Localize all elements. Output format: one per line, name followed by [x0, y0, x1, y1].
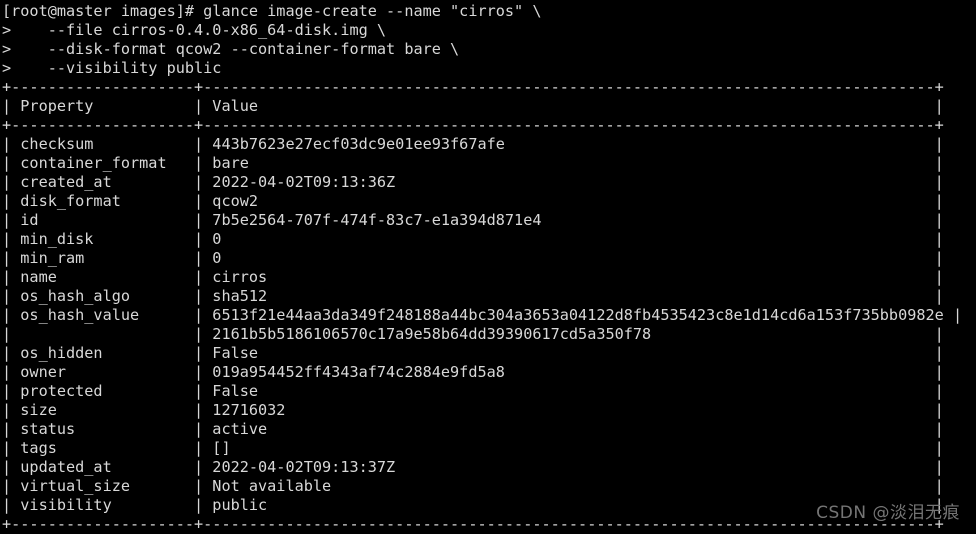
table-header-row: | Property | Value | [2, 97, 944, 115]
table-row: | protected | False | [2, 382, 944, 400]
terminal-window[interactable]: [root@master images]# glance image-creat… [0, 0, 976, 533]
table-row: | created_at | 2022-04-02T09:13:36Z | [2, 173, 944, 191]
table-row: | os_hidden | False | [2, 344, 944, 362]
command-line-3: > --visibility public [2, 59, 222, 77]
command-line-2: > --disk-format qcow2 --container-format… [2, 40, 460, 58]
table-row: | disk_format | qcow2 | [2, 192, 944, 210]
table-row: | | 2161b5b5186106570c17a9e58b64dd393906… [2, 325, 944, 343]
table-rule-header: +--------------------+------------------… [2, 116, 944, 134]
table-row: | size | 12716032 | [2, 401, 944, 419]
table-row: | os_hash_algo | sha512 | [2, 287, 944, 305]
table-row: | tags | [] | [2, 439, 944, 457]
table-row: | updated_at | 2022-04-02T09:13:37Z | [2, 458, 944, 476]
table-row: | min_ram | 0 | [2, 249, 944, 267]
table-rule-top: +--------------------+------------------… [2, 78, 944, 96]
table-row: | min_disk | 0 | [2, 230, 944, 248]
table-row: | checksum | 443b7623e27ecf03dc9e01ee93f… [2, 135, 944, 153]
command-line-1: > --file cirros-0.4.0-x86_64-disk.img \ [2, 21, 387, 39]
table-row: | status | active | [2, 420, 944, 438]
table-row: | name | cirros | [2, 268, 944, 286]
watermark-label: CSDN @淡泪无痕 [816, 503, 960, 523]
table-row: | owner | 019a954452ff4343af74c2884e9fd5… [2, 363, 944, 381]
table-row: | os_hash_value | 6513f21e44aa3da349f248… [2, 306, 963, 324]
table-body: | checksum | 443b7623e27ecf03dc9e01ee93f… [2, 135, 976, 515]
table-row: | id | 7b5e2564-707f-474f-83c7-e1a394d87… [2, 211, 944, 229]
table-row: | container_format | bare | [2, 154, 944, 172]
command-line-0: [root@master images]# glance image-creat… [2, 2, 542, 20]
table-row: | virtual_size | Not available | [2, 477, 944, 495]
